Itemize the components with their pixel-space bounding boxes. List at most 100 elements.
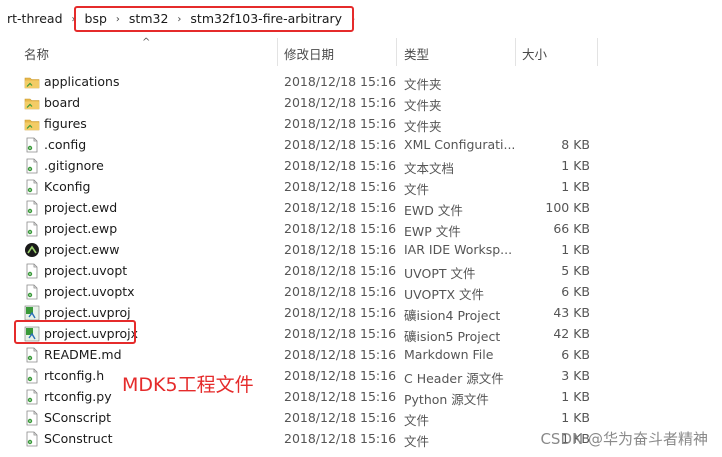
file-type: C Header 源文件 <box>404 371 504 386</box>
file-type: UVOPTX 文件 <box>404 287 485 302</box>
file-modified: 2018/12/18 15:16 <box>284 368 397 383</box>
annotation-label: MDK5工程文件 <box>122 374 254 396</box>
folder-icon <box>24 116 40 132</box>
file-size: 43 KB <box>553 305 590 320</box>
file-size: 8 KB <box>561 137 590 152</box>
file-name: board <box>44 95 81 110</box>
file-size: 3 KB <box>561 368 590 383</box>
file-row[interactable]: project.ewd 2018/12/18 15:16 EWD 文件 100 KB <box>0 198 722 219</box>
file-size: 6 KB <box>561 284 590 299</box>
file-modified: 2018/12/18 15:16 <box>284 221 397 236</box>
file-name: project.eww <box>44 242 120 257</box>
file-size: 66 KB <box>553 221 590 236</box>
breadcrumb-highlight-box <box>74 6 354 32</box>
python-file-icon <box>24 389 40 405</box>
file-icon <box>24 263 40 279</box>
file-row[interactable]: project.uvopt 2018/12/18 15:16 UVOPT 文件 5 K… <box>0 261 722 282</box>
file-name: .config <box>44 137 87 152</box>
file-size: 1 KB <box>561 410 590 425</box>
file-icon <box>24 347 40 363</box>
file-size: 1 KB <box>561 389 590 404</box>
column-header-modified[interactable]: 修改日期 <box>284 44 334 63</box>
file-name: project.ewd <box>44 200 118 215</box>
file-row[interactable]: project.uvoptx 2018/12/18 15:16 UVOPTX 文件 6… <box>0 282 722 303</box>
file-name: figures <box>44 116 87 131</box>
file-type: Markdown File <box>404 347 494 362</box>
file-type: Python 源文件 <box>404 392 489 407</box>
file-type: 文件夹 <box>404 119 442 134</box>
file-row[interactable]: rtconfig.py 2018/12/18 15:16 Python 源文件 1 K… <box>0 387 722 408</box>
file-name: project.uvopt <box>44 263 128 278</box>
file-row[interactable]: rtconfig.h 2018/12/18 15:16 C Header 源文件 3 … <box>0 366 722 387</box>
file-row[interactable]: README.md 2018/12/18 15:16 Markdown File 6 … <box>0 345 722 366</box>
folder-icon <box>24 74 40 90</box>
file-modified: 2018/12/18 15:16 <box>284 74 397 89</box>
file-modified: 2018/12/18 15:16 <box>284 137 397 152</box>
file-modified: 2018/12/18 15:16 <box>284 179 397 194</box>
keil-project-icon <box>24 305 40 321</box>
file-type: 文件 <box>404 434 430 449</box>
file-modified: 2018/12/18 15:16 <box>284 200 397 215</box>
file-size: 1 KB <box>561 179 590 194</box>
column-divider[interactable] <box>396 38 397 66</box>
file-row[interactable]: .gitignore 2018/12/18 15:16 文本文档 1 KB <box>0 156 722 177</box>
file-size: 42 KB <box>553 326 590 341</box>
file-name: project.uvoptx <box>44 284 135 299</box>
file-modified: 2018/12/18 15:16 <box>284 305 397 320</box>
file-modified: 2018/12/18 15:16 <box>284 158 397 173</box>
file-type: 礦ision5 Project <box>404 329 501 344</box>
sort-ascending-icon: ^ <box>142 37 151 48</box>
breadcrumb-item-rt-thread[interactable]: rt-thread <box>0 9 70 29</box>
file-modified: 2018/12/18 15:16 <box>284 410 397 425</box>
file-name: applications <box>44 74 120 89</box>
file-icon <box>24 410 40 426</box>
uvprojx-highlight-box <box>14 320 136 344</box>
file-name: rtconfig.py <box>44 389 112 404</box>
file-type: XML Configurati... <box>404 137 514 152</box>
file-modified: 2018/12/18 15:16 <box>284 326 397 341</box>
column-header-type[interactable]: 类型 <box>404 44 429 63</box>
file-name: SConscript <box>44 410 112 425</box>
column-divider[interactable] <box>277 38 278 66</box>
file-size: 6 KB <box>561 347 590 362</box>
file-size: 1 KB <box>561 242 590 257</box>
file-icon <box>24 431 40 447</box>
file-type: EWP 文件 <box>404 224 461 239</box>
file-size: 1 KB <box>561 158 590 173</box>
column-divider[interactable] <box>515 38 516 66</box>
file-type: UVOPT 文件 <box>404 266 476 281</box>
file-type: 文件夹 <box>404 98 442 113</box>
file-icon <box>24 200 40 216</box>
file-modified: 2018/12/18 15:16 <box>284 242 397 257</box>
file-row[interactable]: project.eww 2018/12/18 15:16 IAR IDE Works… <box>0 240 722 261</box>
file-modified: 2018/12/18 15:16 <box>284 95 397 110</box>
file-type: 文件 <box>404 413 430 428</box>
file-name: project.ewp <box>44 221 118 236</box>
file-row[interactable]: .config 2018/12/18 15:16 XML Configurati..… <box>0 135 722 156</box>
file-modified: 2018/12/18 15:16 <box>284 284 397 299</box>
column-header-size[interactable]: 大小 <box>522 44 547 63</box>
file-size: 5 KB <box>561 263 590 278</box>
file-row[interactable]: applications 2018/12/18 15:16 文件夹 <box>0 72 722 93</box>
file-icon <box>24 284 40 300</box>
column-header-row: ^ 名称 修改日期 类型 大小 <box>0 37 722 66</box>
column-header-name[interactable]: 名称 <box>24 44 49 63</box>
file-modified: 2018/12/18 15:16 <box>284 263 397 278</box>
file-type: 文本文档 <box>404 161 455 176</box>
file-modified: 2018/12/18 15:16 <box>284 347 397 362</box>
file-modified: 2018/12/18 15:16 <box>284 431 397 446</box>
file-name: README.md <box>44 347 122 362</box>
column-divider[interactable] <box>597 38 598 66</box>
file-row[interactable]: figures 2018/12/18 15:16 文件夹 <box>0 114 722 135</box>
file-row[interactable]: project.ewp 2018/12/18 15:16 EWP 文件 66 KB <box>0 219 722 240</box>
file-icon <box>24 179 40 195</box>
file-row[interactable]: board 2018/12/18 15:16 文件夹 <box>0 93 722 114</box>
file-name: SConstruct <box>44 431 113 446</box>
iar-workspace-icon <box>24 242 40 258</box>
c-header-icon <box>24 368 40 384</box>
file-row[interactable]: SConscript 2018/12/18 15:16 文件 1 KB <box>0 408 722 429</box>
file-modified: 2018/12/18 15:16 <box>284 116 397 131</box>
file-type: IAR IDE Worksp... <box>404 242 513 257</box>
file-icon <box>24 221 40 237</box>
file-row[interactable]: Kconfig 2018/12/18 15:16 文件 1 KB <box>0 177 722 198</box>
